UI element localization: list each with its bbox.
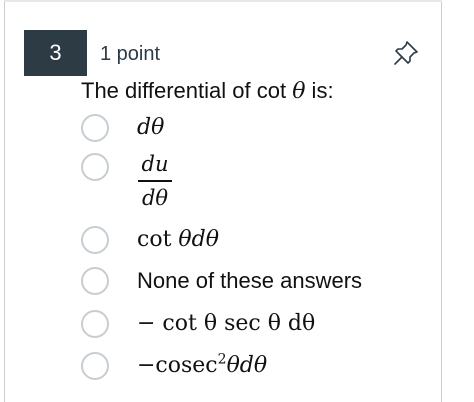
option-prefix: −cosec (137, 353, 218, 378)
fraction-numerator: du (141, 152, 169, 176)
answer-option-c[interactable]: cot θdθ (81, 225, 301, 255)
card-border-top (4, 0, 442, 2)
question-points: 1 point (100, 43, 161, 65)
answer-option-a[interactable]: dθ (81, 113, 281, 143)
option-label: − cot θ sec θ dθ (137, 311, 316, 336)
option-label: dθ (137, 115, 165, 140)
answer-option-f[interactable]: −cosec2θdθ (81, 351, 361, 381)
pin-icon (394, 41, 418, 65)
quiz-question-card: 3 1 point The differential of cot θ is: … (0, 0, 474, 402)
question-prompt: The differential of cot θ is: (81, 76, 334, 107)
prompt-suffix: is: (305, 78, 334, 103)
radio-button[interactable] (81, 310, 109, 338)
option-label: −cosec2θdθ (137, 351, 267, 381)
radio-button[interactable] (81, 114, 109, 142)
prompt-function: cot (256, 78, 287, 103)
option-exponent: 2 (217, 351, 227, 368)
card-border-right (441, 0, 442, 402)
option-label: None of these answers (137, 268, 363, 293)
option-variable: θdθ (178, 227, 219, 252)
pin-button[interactable] (391, 38, 421, 68)
prompt-prefix: The differential of (81, 78, 257, 103)
answer-option-e[interactable]: − cot θ sec θ dθ (81, 309, 361, 339)
radio-button[interactable] (81, 267, 109, 295)
radio-button[interactable] (81, 352, 109, 380)
radio-button[interactable] (81, 153, 109, 181)
answer-option-d[interactable]: None of these answers (81, 266, 381, 296)
option-function: cot (137, 227, 172, 252)
option-label: cot θdθ (137, 225, 219, 255)
answer-option-b[interactable]: du dθ (81, 151, 281, 213)
fraction: du dθ (138, 151, 172, 211)
fraction-bar (138, 180, 172, 182)
card-border-left (4, 0, 5, 402)
fraction-denominator: dθ (141, 186, 169, 210)
question-number-badge: 3 (24, 30, 87, 76)
prompt-variable: θ (292, 79, 306, 104)
radio-button[interactable] (81, 226, 109, 254)
option-suffix: θdθ (226, 353, 268, 378)
